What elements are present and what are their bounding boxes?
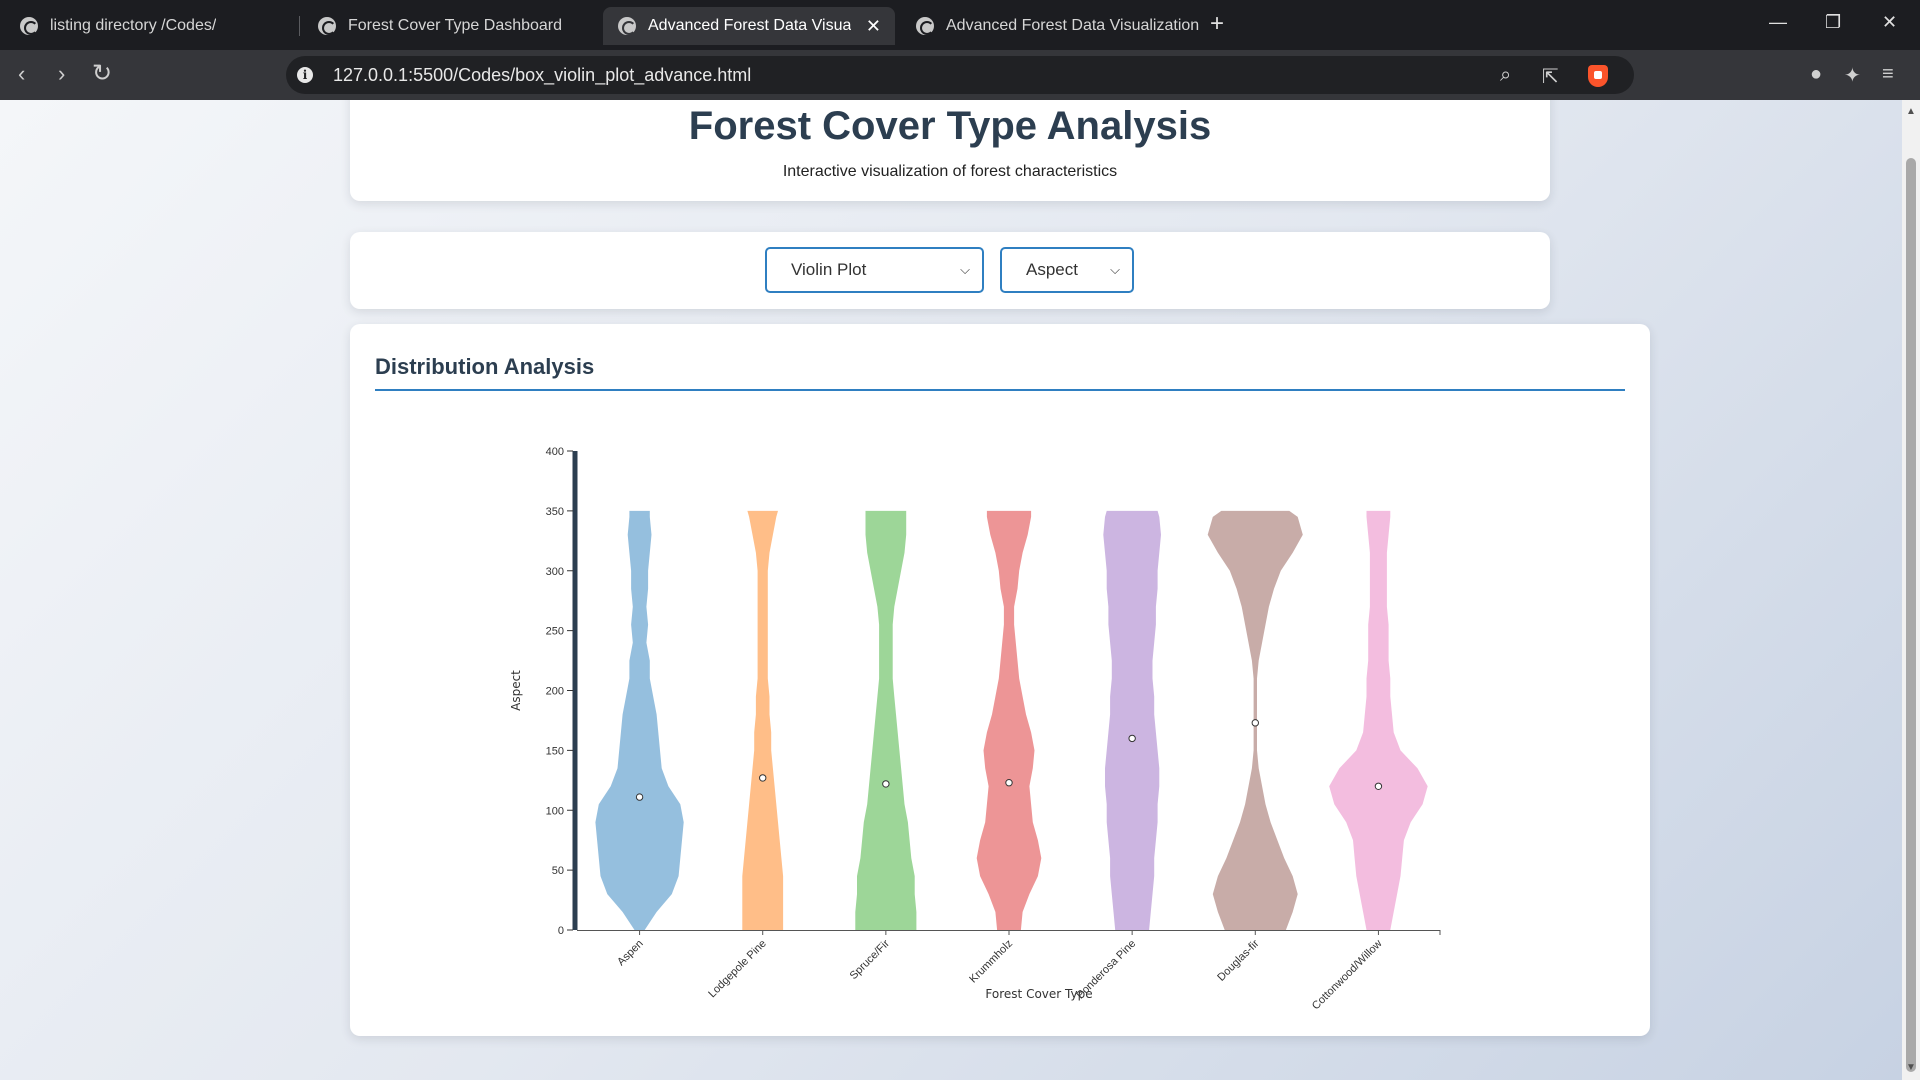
median-point xyxy=(1374,782,1383,790)
tab-listing-directory[interactable]: listing directory /Codes/ xyxy=(20,7,290,45)
controls-card: Violin Plot ⌵ Aspect ⌵ xyxy=(350,232,1550,309)
y-tick-label: 400 xyxy=(546,446,564,458)
median-point xyxy=(1128,734,1136,743)
median-point xyxy=(759,774,767,782)
y-tick-label: 150 xyxy=(546,745,564,757)
scroll-up-icon[interactable]: ▲ xyxy=(1906,106,1916,117)
x-tick-label: Douglas-fir xyxy=(1215,937,1261,983)
y-tick-label: 350 xyxy=(546,506,564,518)
plot-type-select[interactable]: Violin Plot ⌵ xyxy=(765,247,984,293)
section-divider xyxy=(375,389,1625,391)
restore-icon[interactable]: ❐ xyxy=(1825,12,1841,33)
header-card: Forest Cover Type Analysis Interactive v… xyxy=(350,100,1550,201)
chart-section-title: Distribution Analysis xyxy=(375,354,595,379)
zoom-icon[interactable]: ⌕ xyxy=(1500,64,1511,87)
y-tick-label: 200 xyxy=(546,686,564,698)
x-tick-label: Spruce/Fir xyxy=(848,937,893,982)
reload-icon[interactable]: ↻ xyxy=(92,62,112,86)
page-scrollbar[interactable]: ▲ ▼ xyxy=(1902,100,1920,1080)
globe-icon xyxy=(618,17,636,35)
x-tick-label: Lodgepole Pine xyxy=(706,938,769,1001)
y-tick-label: 300 xyxy=(546,566,564,578)
tab-label: Advanced Forest Data Visualiza xyxy=(648,17,851,34)
tab-forest-dashboard[interactable]: Forest Cover Type Dashboard xyxy=(318,7,588,45)
tab-divider xyxy=(299,16,300,36)
x-tick-label: Cottonwood/Willow xyxy=(1310,938,1385,1013)
scrollbar-thumb[interactable] xyxy=(1906,158,1916,1072)
tab-label: listing directory /Codes/ xyxy=(50,17,217,34)
y-tick-label: 250 xyxy=(546,626,564,638)
y-axis-title: Aspect xyxy=(509,670,523,711)
plot-type-value: Violin Plot xyxy=(791,260,867,279)
chevron-down-icon: ⌵ xyxy=(1110,262,1120,277)
violin-ponderosa-pine xyxy=(1103,510,1161,930)
median-point xyxy=(1005,779,1013,787)
brave-shields-icon[interactable] xyxy=(1588,65,1608,87)
chevron-down-icon: ⌵ xyxy=(960,262,970,277)
globe-icon xyxy=(916,17,934,35)
tab-label: Forest Cover Type Dashboard xyxy=(348,17,563,34)
x-axis-title: Forest Cover Type xyxy=(985,987,1092,1001)
forward-icon[interactable]: › xyxy=(58,62,65,86)
url-text[interactable]: 127.0.0.1:5500/Codes/box_violin_plot_adv… xyxy=(333,65,751,86)
back-icon[interactable]: ‹ xyxy=(18,62,25,86)
menu-icon[interactable]: ≡ xyxy=(1882,63,1894,86)
feature-select[interactable]: Aspect ⌵ xyxy=(1000,247,1134,293)
chart-card: 0 50 100 150 200 250 300 350 400 Aspect Aspen Lodge… xyxy=(350,324,1650,1036)
tab-advanced-visualization[interactable]: Advanced Forest Data Visualization xyxy=(916,7,1202,45)
violin-aspen xyxy=(595,510,684,930)
x-tick-label: Aspen xyxy=(615,938,646,969)
address-bar-row: ‹ › ↻ i 127.0.0.1:5500/Codes/box_violin_… xyxy=(0,50,1920,100)
median-point xyxy=(882,780,890,788)
y-tick-label: 0 xyxy=(558,925,564,937)
close-window-icon[interactable]: ✕ xyxy=(1882,12,1897,33)
violin-spruce-fir xyxy=(855,510,917,930)
page-viewport: Forest Cover Type Analysis Interactive v… xyxy=(0,100,1902,1080)
violin-lodgepole-pine xyxy=(742,510,784,930)
feature-value: Aspect xyxy=(1026,260,1078,279)
violin-chart: 0 50 100 150 200 250 300 350 400 Aspect Aspen Lodge… xyxy=(509,446,1441,1013)
extensions-icon[interactable]: ✦ xyxy=(1844,63,1861,88)
close-tab-icon[interactable]: ✕ xyxy=(866,17,881,35)
share-icon[interactable]: ⇱ xyxy=(1542,64,1559,89)
median-point xyxy=(1251,719,1259,727)
page-subtitle: Interactive visualization of forest char… xyxy=(782,163,1118,180)
tab-advanced-visualization-active[interactable]: Advanced Forest Data Visualiza ✕ xyxy=(603,7,895,45)
y-tick-label: 100 xyxy=(546,805,564,817)
globe-icon xyxy=(20,17,38,35)
violin-krummholz xyxy=(976,510,1042,930)
browser-tab-bar: listing directory /Codes/ Forest Cover T… xyxy=(0,0,1920,50)
scroll-down-icon[interactable]: ▼ xyxy=(1906,1062,1916,1073)
wallet-icon[interactable]: ● xyxy=(1810,63,1822,86)
median-point xyxy=(635,793,644,801)
minimize-icon[interactable]: — xyxy=(1769,12,1787,33)
page-title: Forest Cover Type Analysis xyxy=(688,104,1212,148)
y-tick-label: 50 xyxy=(552,865,564,877)
address-bar[interactable]: i 127.0.0.1:5500/Codes/box_violin_plot_a… xyxy=(286,56,1634,94)
site-info-icon[interactable]: i xyxy=(297,67,313,83)
globe-icon xyxy=(318,17,336,35)
tab-label: Advanced Forest Data Visualization xyxy=(946,17,1200,34)
violin-cottonwood-willow xyxy=(1329,510,1428,930)
new-tab-icon[interactable]: + xyxy=(1210,12,1224,36)
x-tick-label: Krummholz xyxy=(967,938,1015,986)
